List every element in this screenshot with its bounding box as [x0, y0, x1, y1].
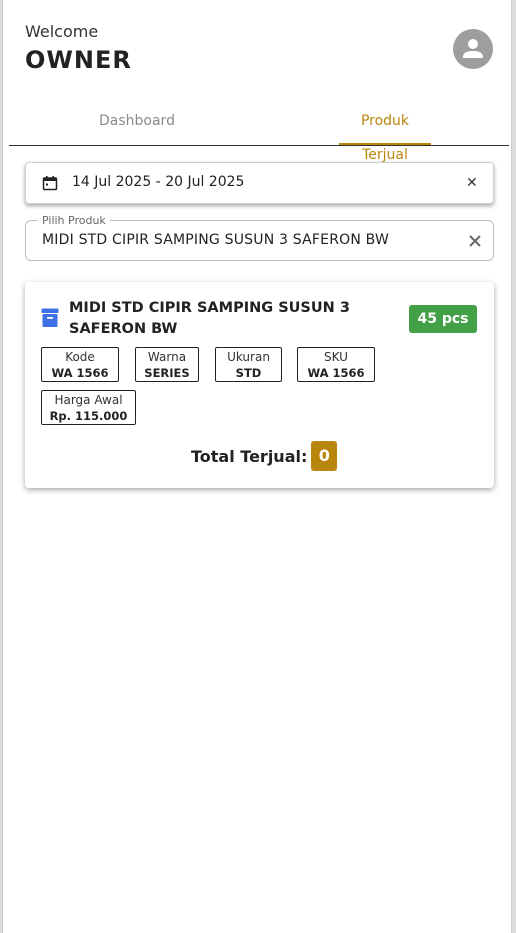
- total-sold-label: Total Terjual:: [191, 446, 308, 466]
- tab-dashboard[interactable]: Dashboard: [99, 104, 175, 145]
- product-name: MIDI STD CIPIR SAMPING SUSUN 3 SAFERON B…: [69, 300, 350, 337]
- date-range-value: 14 Jul 2025 - 20 Jul 2025: [72, 174, 245, 190]
- date-range-picker[interactable]: 14 Jul 2025 - 20 Jul 2025 ✕: [25, 162, 494, 204]
- chip-value: WA 1566: [51, 366, 109, 380]
- product-select[interactable]: Pilih Produk MIDI STD CIPIR SAMPING SUSU…: [25, 214, 494, 261]
- chip-value: SERIES: [144, 366, 190, 380]
- chip-ukuran: Ukuran STD: [215, 347, 282, 382]
- calendar-icon: [42, 176, 58, 191]
- product-select-value: MIDI STD CIPIR SAMPING SUSUN 3 SAFERON B…: [42, 232, 390, 248]
- archive-box-icon: [41, 308, 59, 327]
- page-frame: Welcome OWNER Dashboard Produk Terjual 1…: [0, 0, 516, 933]
- account-circle-icon: [463, 39, 483, 58]
- chip-kode: Kode WA 1566: [41, 347, 119, 382]
- chip-value: STD: [235, 366, 262, 380]
- tab-bar: Dashboard Produk Terjual: [9, 104, 509, 163]
- header: Welcome OWNER: [3, 0, 511, 90]
- total-sold-value: 0: [311, 441, 338, 471]
- chip-harga-awal: Harga Awal Rp. 115.000: [41, 390, 136, 425]
- chip-label: Ukuran: [227, 350, 270, 364]
- chip-warna: Warna SERIES: [135, 347, 199, 382]
- welcome-text: Welcome: [25, 22, 99, 41]
- chip-label: Harga Awal: [54, 393, 123, 407]
- chip-label: Kode: [65, 350, 95, 364]
- chip-label: SKU: [324, 350, 348, 364]
- chip-value: WA 1566: [307, 366, 365, 380]
- total-sold: Total Terjual: 0: [191, 441, 338, 471]
- product-select-label: Pilih Produk: [38, 214, 110, 227]
- close-icon[interactable]: ✕: [466, 175, 478, 191]
- chip-label: Warna: [147, 350, 187, 364]
- user-role: OWNER: [25, 46, 132, 74]
- close-icon[interactable]: [466, 232, 484, 250]
- avatar[interactable]: [453, 29, 493, 69]
- product-card: MIDI STD CIPIR SAMPING SUSUN 3 SAFERON B…: [25, 282, 494, 488]
- tab-produk-terjual[interactable]: Produk Terjual: [339, 104, 431, 163]
- chip-value: Rp. 115.000: [49, 409, 128, 423]
- chip-sku: SKU WA 1566: [297, 347, 375, 382]
- app-container: Welcome OWNER Dashboard Produk Terjual 1…: [2, 0, 512, 933]
- stock-badge: 45 pcs: [409, 305, 477, 333]
